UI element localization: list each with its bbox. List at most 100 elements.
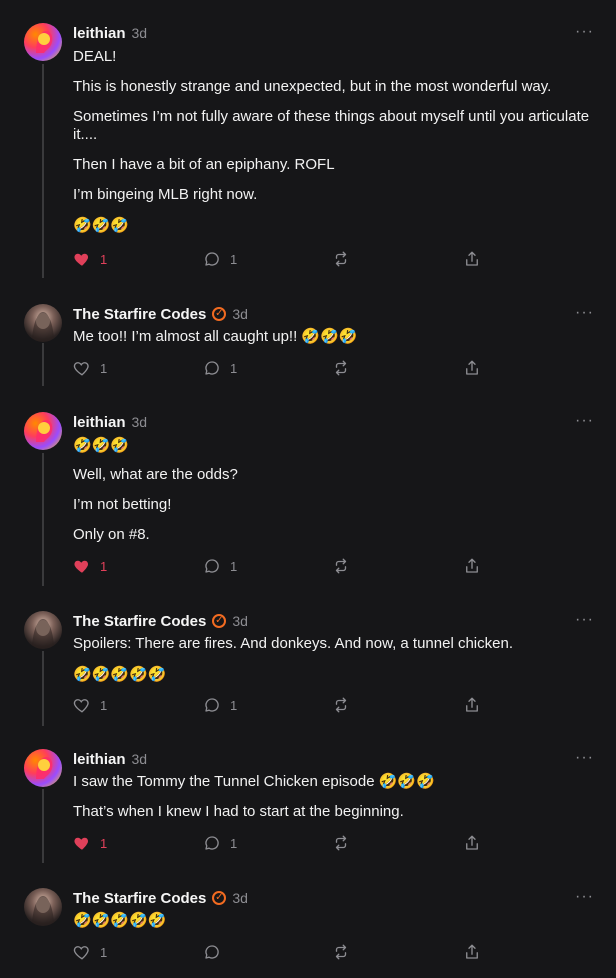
avatar[interactable] xyxy=(24,304,62,342)
share-button[interactable] xyxy=(463,833,481,853)
share-icon xyxy=(466,251,478,266)
restack-icon xyxy=(335,558,347,574)
comment-paragraph: DEAL! xyxy=(73,48,117,65)
restack-button[interactable] xyxy=(332,556,350,576)
restack-button[interactable] xyxy=(332,833,350,853)
comment-paragraph: I saw the Tommy the Tunnel Chicken episo… xyxy=(73,773,435,790)
comment-paragraph: Sometimes I’m not fully aware of these t… xyxy=(73,108,590,143)
comment-actions: 1 1 xyxy=(73,833,493,853)
heart-icon xyxy=(73,362,89,376)
comment-paragraph: 🤣🤣🤣 xyxy=(73,436,130,454)
reply-button[interactable]: 1 xyxy=(203,695,237,715)
restack-button[interactable] xyxy=(332,942,350,962)
avatar[interactable] xyxy=(24,749,62,787)
comment-paragraph: 🤣🤣🤣 xyxy=(73,216,130,234)
share-button[interactable] xyxy=(463,695,481,715)
thread-line xyxy=(42,453,44,586)
comment-paragraph: That’s when I knew I had to start at the… xyxy=(73,803,404,820)
comment-paragraph: Only on #8. xyxy=(73,526,150,543)
comment-header: The Starfire Codes ✓ 3d xyxy=(73,611,248,631)
author-name[interactable]: The Starfire Codes xyxy=(73,890,206,907)
comment-header: The Starfire Codes ✓ 3d xyxy=(73,304,248,324)
comment-body: 🤣🤣🤣🤣🤣 xyxy=(73,911,598,941)
timestamp[interactable]: 3d xyxy=(132,751,148,767)
share-icon xyxy=(466,944,478,959)
like-button[interactable]: 1 xyxy=(73,695,107,715)
comment-actions: 1 1 xyxy=(73,358,493,378)
timestamp[interactable]: 3d xyxy=(132,25,148,41)
restack-button[interactable] xyxy=(332,249,350,269)
more-icon[interactable]: ··· xyxy=(575,304,594,322)
comment-paragraph: Then I have a bit of an epiphany. ROFL xyxy=(73,156,335,173)
restack-icon xyxy=(335,251,347,267)
heart-icon xyxy=(74,253,89,266)
verified-badge-icon: ✓ xyxy=(212,891,227,905)
thread-line xyxy=(42,64,44,278)
like-count: 1 xyxy=(100,558,108,574)
comment-paragraph: Me too!! I’m almost all caught up!! 🤣🤣🤣 xyxy=(73,328,358,345)
more-icon[interactable]: ··· xyxy=(575,749,594,767)
like-button[interactable]: 1 xyxy=(73,556,107,576)
share-icon xyxy=(466,835,478,850)
more-icon[interactable]: ··· xyxy=(575,23,594,41)
avatar[interactable] xyxy=(24,611,62,649)
like-button[interactable]: 1 xyxy=(73,358,107,378)
reply-button[interactable]: 1 xyxy=(203,249,237,269)
share-button[interactable] xyxy=(463,358,481,378)
like-button[interactable]: 1 xyxy=(73,833,107,853)
author-name[interactable]: The Starfire Codes xyxy=(73,613,206,630)
reply-button[interactable]: 1 xyxy=(203,556,237,576)
author-name[interactable]: leithian xyxy=(73,414,126,431)
restack-icon xyxy=(335,697,347,713)
comment-body: Me too!! I’m almost all caught up!! 🤣🤣🤣 xyxy=(73,328,598,358)
comment-icon xyxy=(205,945,219,959)
comment-thread: leithian 3d ··· DEAL! This is honestly s… xyxy=(0,0,616,978)
restack-icon xyxy=(335,360,347,376)
comment-body: DEAL! This is honestly strange and unexp… xyxy=(73,48,598,246)
comment-icon xyxy=(205,252,219,266)
author-name[interactable]: The Starfire Codes xyxy=(73,306,206,323)
like-button[interactable]: 1 xyxy=(73,942,107,962)
restack-button[interactable] xyxy=(332,695,350,715)
avatar[interactable] xyxy=(24,888,62,926)
comment-icon xyxy=(205,698,219,712)
timestamp[interactable]: 3d xyxy=(232,613,248,629)
comment-body: 🤣🤣🤣 Well, what are the odds? I’m not bet… xyxy=(73,436,598,556)
comment-header: The Starfire Codes ✓ 3d xyxy=(73,888,248,908)
comment-actions: 1 1 xyxy=(73,249,493,269)
comment-body: I saw the Tommy the Tunnel Chicken episo… xyxy=(73,773,598,833)
timestamp[interactable]: 3d xyxy=(232,890,248,906)
comment-paragraph: Well, what are the odds? xyxy=(73,466,238,483)
like-count: 1 xyxy=(100,697,108,713)
share-button[interactable] xyxy=(463,249,481,269)
author-name[interactable]: leithian xyxy=(73,751,126,768)
comment-paragraph: Spoilers: There are fires. And donkeys. … xyxy=(73,635,513,652)
reply-button[interactable]: 1 xyxy=(203,833,237,853)
avatar[interactable] xyxy=(24,23,62,61)
like-count: 1 xyxy=(100,835,108,851)
restack-icon xyxy=(335,835,347,851)
timestamp[interactable]: 3d xyxy=(232,306,248,322)
comment-icon xyxy=(205,361,219,375)
like-button[interactable]: 1 xyxy=(73,249,107,269)
comment-paragraph: I’m not betting! xyxy=(73,496,172,513)
comment-actions: 1 1 xyxy=(73,556,493,576)
more-icon[interactable]: ··· xyxy=(575,412,594,430)
share-button[interactable] xyxy=(463,556,481,576)
share-button[interactable] xyxy=(463,942,481,962)
timestamp[interactable]: 3d xyxy=(132,414,148,430)
reply-count: 1 xyxy=(230,697,238,713)
comment-header: leithian 3d xyxy=(73,412,147,432)
comment-paragraph: 🤣🤣🤣🤣🤣 xyxy=(73,911,167,929)
share-icon xyxy=(466,697,478,712)
heart-icon xyxy=(74,560,89,573)
restack-button[interactable] xyxy=(332,358,350,378)
like-count: 1 xyxy=(100,251,108,267)
reply-button[interactable] xyxy=(203,942,221,962)
more-icon[interactable]: ··· xyxy=(575,888,594,906)
more-icon[interactable]: ··· xyxy=(575,611,594,629)
reply-button[interactable]: 1 xyxy=(203,358,237,378)
heart-icon xyxy=(73,946,89,960)
avatar[interactable] xyxy=(24,412,62,450)
author-name[interactable]: leithian xyxy=(73,25,126,42)
